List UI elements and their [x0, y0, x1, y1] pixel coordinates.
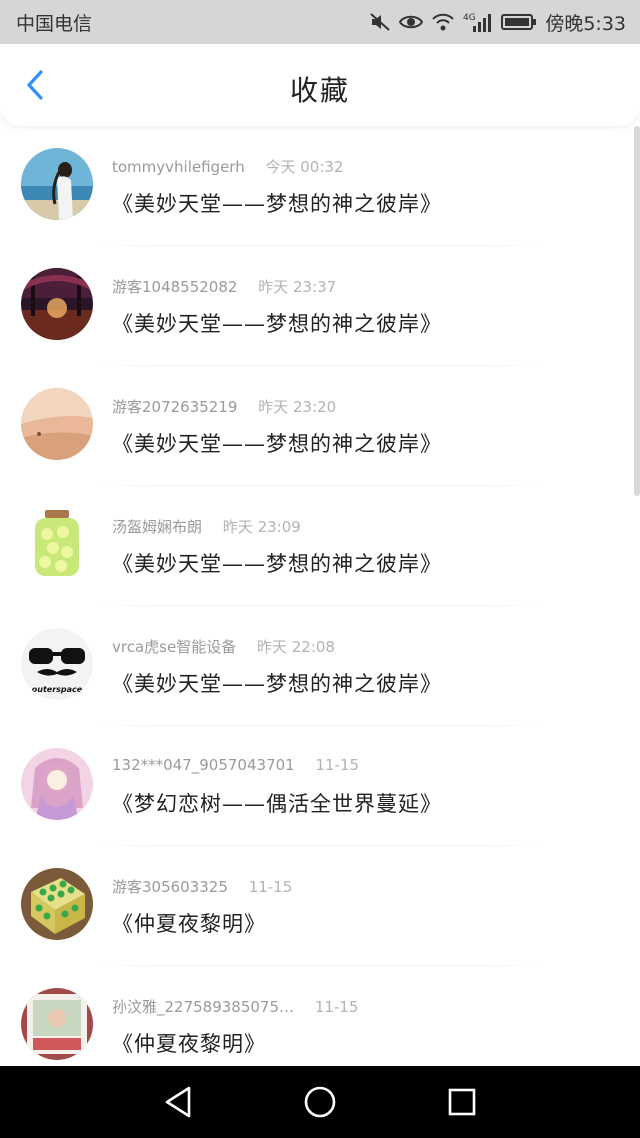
list-item[interactable]: tommyvhilefigerh 今天 00:32 《美妙天堂——梦想的神之彼岸…	[0, 126, 640, 246]
screen: 中国电信 4G 傍晚5:33 收藏 tommyvhilefigerh 今天 00…	[0, 0, 640, 1138]
eye-icon	[399, 10, 424, 34]
avatar	[21, 148, 93, 220]
back-triangle-icon	[165, 1086, 191, 1118]
item-meta: 汤盔姆娴布朗 昨天 23:09	[112, 516, 301, 537]
item-meta: vrca虎se智能设备 昨天 22:08	[112, 636, 335, 657]
avatar	[21, 868, 93, 940]
item-meta: 游客305603325 11-15	[112, 876, 292, 897]
list-item[interactable]: 游客1048552082 昨天 23:37 《美妙天堂——梦想的神之彼岸》	[0, 246, 640, 366]
item-title: 《美妙天堂——梦想的神之彼岸》	[112, 672, 442, 696]
nav-recents-button[interactable]	[444, 1084, 480, 1120]
item-time: 11-15	[315, 756, 360, 774]
item-time: 昨天 23:09	[222, 518, 301, 536]
recents-square-icon	[448, 1088, 476, 1116]
item-user-name: tommyvhilefigerh	[112, 158, 245, 176]
clock-label: 傍晚5:33	[545, 12, 626, 35]
item-title: 《梦幻恋树——偶活全世界蔓延》	[112, 792, 442, 816]
avatar	[21, 748, 93, 820]
mute-icon	[369, 10, 391, 34]
status-bar: 中国电信 4G 傍晚5:33	[0, 0, 640, 44]
battery-icon	[501, 10, 537, 34]
item-user-name: 游客1048552082	[112, 278, 238, 296]
list-item[interactable]: 132***047_9057043701 11-15 《梦幻恋树——偶活全世界蔓…	[0, 726, 640, 846]
page-title: 收藏	[289, 74, 350, 107]
nav-back-button[interactable]	[160, 1084, 196, 1120]
item-title: 《仲夏夜黎明》	[112, 912, 266, 936]
signal-icon: 4G	[463, 10, 493, 34]
item-title: 《美妙天堂——梦想的神之彼岸》	[112, 432, 442, 456]
avatar	[21, 508, 93, 580]
item-user-name: 孙汶雅_227589385075…	[112, 998, 295, 1016]
list-item[interactable]: 汤盔姆娴布朗 昨天 23:09 《美妙天堂——梦想的神之彼岸》	[0, 486, 640, 606]
item-time: 昨天 22:08	[256, 638, 335, 656]
item-meta: 游客1048552082 昨天 23:37	[112, 276, 336, 297]
avatar: outerspace	[21, 628, 93, 700]
list-item[interactable]: 游客305603325 11-15 《仲夏夜黎明》	[0, 846, 640, 966]
avatar-brand-text: outerspace	[32, 685, 83, 694]
item-meta: 孙汶雅_227589385075… 11-15	[112, 996, 358, 1017]
item-time: 11-15	[248, 878, 293, 896]
item-meta: tommyvhilefigerh 今天 00:32	[112, 156, 344, 177]
item-title: 《仲夏夜黎明》	[112, 1032, 266, 1056]
avatar	[21, 988, 93, 1060]
home-circle-icon	[304, 1086, 336, 1118]
system-nav-bar	[0, 1066, 640, 1138]
item-user-name: 游客2072635219	[112, 398, 238, 416]
header: 收藏	[0, 44, 640, 126]
scrollbar[interactable]	[634, 126, 640, 496]
list-item[interactable]: outerspace vrca虎se智能设备 昨天 22:08 《美妙天堂——梦…	[0, 606, 640, 726]
avatar	[21, 268, 93, 340]
favorites-list: tommyvhilefigerh 今天 00:32 《美妙天堂——梦想的神之彼岸…	[0, 126, 640, 1066]
item-title: 《美妙天堂——梦想的神之彼岸》	[112, 192, 442, 216]
item-title: 《美妙天堂——梦想的神之彼岸》	[112, 552, 442, 576]
item-meta: 游客2072635219 昨天 23:20	[112, 396, 336, 417]
list-item[interactable]: 游客2072635219 昨天 23:20 《美妙天堂——梦想的神之彼岸》	[0, 366, 640, 486]
list-item[interactable]: 孙汶雅_227589385075… 11-15 《仲夏夜黎明》	[0, 966, 640, 1066]
item-meta: 132***047_9057043701 11-15	[112, 756, 359, 774]
item-user-name: vrca虎se智能设备	[112, 638, 237, 656]
status-icons: 4G 傍晚5:33	[369, 9, 626, 36]
network-label: 4G	[463, 13, 476, 23]
item-user-name: 132***047_9057043701	[112, 756, 295, 774]
nav-home-button[interactable]	[302, 1084, 338, 1120]
wifi-icon	[431, 10, 455, 34]
avatar	[21, 388, 93, 460]
item-time: 今天 00:32	[265, 158, 344, 176]
item-title: 《美妙天堂——梦想的神之彼岸》	[112, 312, 442, 336]
item-time: 昨天 23:37	[258, 278, 337, 296]
item-user-name: 游客305603325	[112, 878, 228, 896]
item-time: 昨天 23:20	[258, 398, 337, 416]
item-time: 11-15	[314, 998, 359, 1016]
carrier-label: 中国电信	[16, 12, 93, 35]
item-user-name: 汤盔姆娴布朗	[112, 518, 203, 536]
